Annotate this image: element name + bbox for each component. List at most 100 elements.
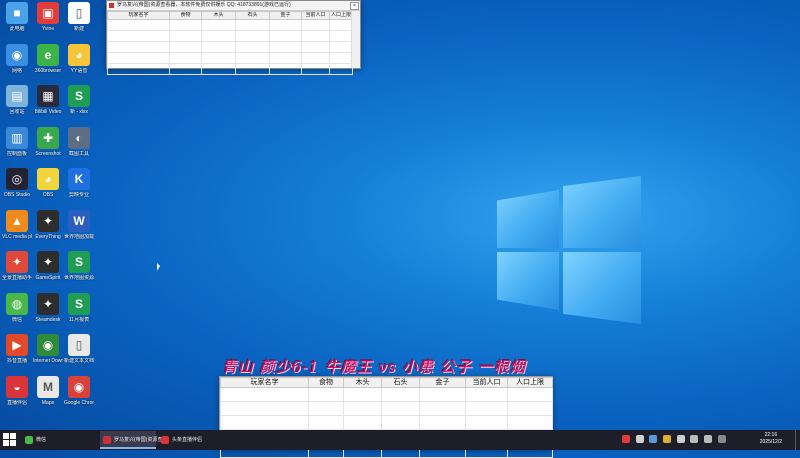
desktop-icon[interactable]: ▶ 抖音直播 bbox=[2, 334, 32, 364]
desktop-icon-label: 世界地图资源统计 bbox=[64, 275, 94, 281]
desktop-icon[interactable]: M Maps bbox=[33, 375, 63, 406]
window-titlebar[interactable]: 罗马复兴(帝国)资源查看器，本软件免费仅供娱乐 QQ: 418733891(游戏… bbox=[107, 1, 360, 11]
desktop-icon[interactable]: ▯ 新建 bbox=[64, 2, 94, 32]
desktop-icon-label: Bilibili Video bbox=[34, 109, 62, 115]
taskbar-app-button[interactable]: 罗马复兴(帝国)资源查... bbox=[100, 431, 167, 449]
table-row bbox=[107, 52, 353, 64]
vertical-scrollbar[interactable] bbox=[351, 11, 360, 68]
desktop-icon-label: Google Chrome bbox=[64, 399, 94, 406]
app-icon: ▤ bbox=[6, 85, 28, 107]
desktop-icon[interactable]: K 剪映专业 bbox=[64, 168, 94, 198]
table-row bbox=[107, 19, 353, 31]
desktop-icon[interactable]: W 世界地图加载 bbox=[64, 209, 94, 240]
app-icon bbox=[161, 436, 169, 444]
network-icon[interactable] bbox=[690, 435, 699, 443]
app-icon: ◕ bbox=[68, 43, 90, 66]
desktop-icon-label: Internet Download bbox=[33, 358, 63, 364]
desktop-icon[interactable]: ✦ 全景直播助手 bbox=[2, 251, 32, 281]
app-icon: K bbox=[68, 168, 90, 190]
taskbar-app-button[interactable]: 头条直播伴侣 bbox=[158, 431, 214, 449]
column-header[interactable]: 石头 bbox=[235, 11, 270, 20]
desktop-icon[interactable]: ◎ OBS Studio bbox=[2, 168, 32, 198]
app-icon: ✦ bbox=[37, 209, 59, 232]
taskbar-app-button[interactable]: 微信 bbox=[22, 431, 72, 449]
desktop-icon[interactable]: ▥ 控制面板 bbox=[2, 126, 32, 157]
column-header[interactable]: 石头 bbox=[381, 377, 420, 388]
app-icon: S bbox=[68, 292, 90, 315]
desktop-icon[interactable]: ▯ 新建文本文档 bbox=[64, 334, 94, 364]
app-icon: ■ bbox=[6, 2, 28, 24]
column-header[interactable]: 木头 bbox=[201, 11, 236, 20]
column-header[interactable]: 食物 bbox=[169, 11, 202, 20]
desktop-icon[interactable]: ▤ 回收站 bbox=[2, 85, 32, 115]
desktop-icon[interactable]: ✚ Screenshot bbox=[33, 126, 63, 157]
taskbar-app-label: 微信 bbox=[36, 437, 47, 443]
desktop-icon[interactable]: ✦ EveryThing bbox=[33, 209, 63, 240]
desktop-icon-label: 新建 bbox=[73, 26, 84, 32]
desktop-icon[interactable]: e 360browser bbox=[33, 43, 63, 74]
desktop-icon[interactable]: ✦ Steamdesk bbox=[33, 292, 63, 323]
app-icon: S bbox=[68, 85, 90, 107]
desktop-icon[interactable]: ✦ GameSpirit bbox=[33, 251, 63, 281]
app-tray-icon[interactable] bbox=[663, 435, 672, 443]
desktop-icon-label: 剪映专业 bbox=[68, 192, 89, 198]
column-header[interactable]: 玩家名字 bbox=[107, 11, 170, 20]
start-button[interactable] bbox=[3, 433, 17, 447]
column-header[interactable]: 木头 bbox=[343, 377, 382, 388]
column-header[interactable]: 人口上限 bbox=[329, 11, 353, 20]
app-tray-icon[interactable] bbox=[635, 435, 644, 443]
logo-pane-top-left bbox=[497, 190, 559, 248]
table-row bbox=[220, 401, 553, 416]
desktop-icon[interactable]: S 新 - xlsx bbox=[64, 85, 94, 115]
logo-pane-bottom-right bbox=[563, 252, 641, 324]
app-icon: e bbox=[37, 43, 59, 66]
desktop-icon[interactable]: ◍ 微信 bbox=[2, 292, 32, 323]
desktop-icon[interactable]: ◉ Internet Download bbox=[33, 334, 63, 364]
desktop-icon[interactable]: ◕ YY语音 bbox=[64, 43, 94, 74]
app-icon: ✦ bbox=[37, 251, 59, 273]
desktop-icon[interactable]: ◕ OBS bbox=[33, 168, 63, 198]
volume-icon[interactable] bbox=[704, 435, 713, 443]
desktop-icon[interactable]: S 11月报表 bbox=[64, 292, 94, 323]
windows-logo bbox=[497, 176, 642, 324]
resource-viewer-window-small[interactable]: 罗马复兴(帝国)资源查看器，本软件免费仅供娱乐 QQ: 418733891(游戏… bbox=[106, 0, 361, 75]
column-header[interactable]: 玩家名字 bbox=[220, 377, 309, 388]
match-banner: 青山 颜少6-1 牛魔王 vs 小患 公子 一根烟 bbox=[222, 358, 526, 376]
desktop-icon[interactable]: ◒ 直播伴侣 bbox=[2, 375, 32, 406]
desktop-icon[interactable]: ◉ 网络 bbox=[2, 43, 32, 74]
desktop-icon[interactable]: ◉Google Chrome bbox=[64, 375, 94, 406]
desktop-icon[interactable]: ▣ Yvine bbox=[33, 2, 63, 32]
clock[interactable]: 22:16 2025/12/2 bbox=[760, 432, 782, 446]
app-tray-icon[interactable] bbox=[676, 435, 685, 443]
desktop-icon-label: Yvine bbox=[41, 26, 55, 32]
column-header[interactable]: 金子 bbox=[269, 11, 302, 20]
column-header[interactable]: 食物 bbox=[308, 377, 344, 388]
close-button[interactable]: × bbox=[350, 2, 359, 10]
desktop-icon-label: OBS bbox=[42, 192, 54, 198]
desktop-icon-label: 此电脑 bbox=[9, 26, 25, 32]
desktop-icon[interactable]: S 世界地图资源统计 bbox=[64, 251, 94, 281]
desktop-icon-label: Maps bbox=[41, 399, 55, 406]
input-method-icon[interactable] bbox=[717, 435, 726, 443]
table-row bbox=[107, 63, 353, 75]
table-row bbox=[107, 30, 353, 42]
app-icon: ▦ bbox=[37, 85, 59, 107]
app-tray-icon[interactable] bbox=[649, 435, 658, 443]
desktop-icon-label: 微信 bbox=[11, 316, 22, 323]
desktop-icon[interactable]: ▦ Bilibili Video bbox=[33, 85, 63, 115]
show-desktop-button[interactable] bbox=[795, 430, 800, 450]
app-icon: ▯ bbox=[68, 334, 90, 356]
table-row bbox=[220, 415, 553, 430]
column-header[interactable]: 人口上限 bbox=[507, 377, 553, 388]
column-header[interactable]: 金子 bbox=[419, 377, 466, 388]
column-header[interactable]: 当前人口 bbox=[301, 11, 330, 20]
desktop-icon[interactable]: ■ 此电脑 bbox=[2, 2, 32, 32]
desktop-icon[interactable]: ◐ 截图工具 bbox=[64, 126, 94, 157]
resource-table-small: 玩家名字 食物 木头 石头 金子 当前人口 人口上限 bbox=[107, 11, 353, 75]
column-header[interactable]: 当前人口 bbox=[465, 377, 508, 388]
desktop-icon[interactable]: ▲VLC media player bbox=[2, 209, 32, 240]
app-icon: ▯ bbox=[68, 2, 90, 24]
app-tray-icon[interactable] bbox=[622, 435, 630, 443]
desktop-icon-label: EveryThing bbox=[35, 233, 61, 240]
app-icon: ✚ bbox=[37, 126, 59, 149]
